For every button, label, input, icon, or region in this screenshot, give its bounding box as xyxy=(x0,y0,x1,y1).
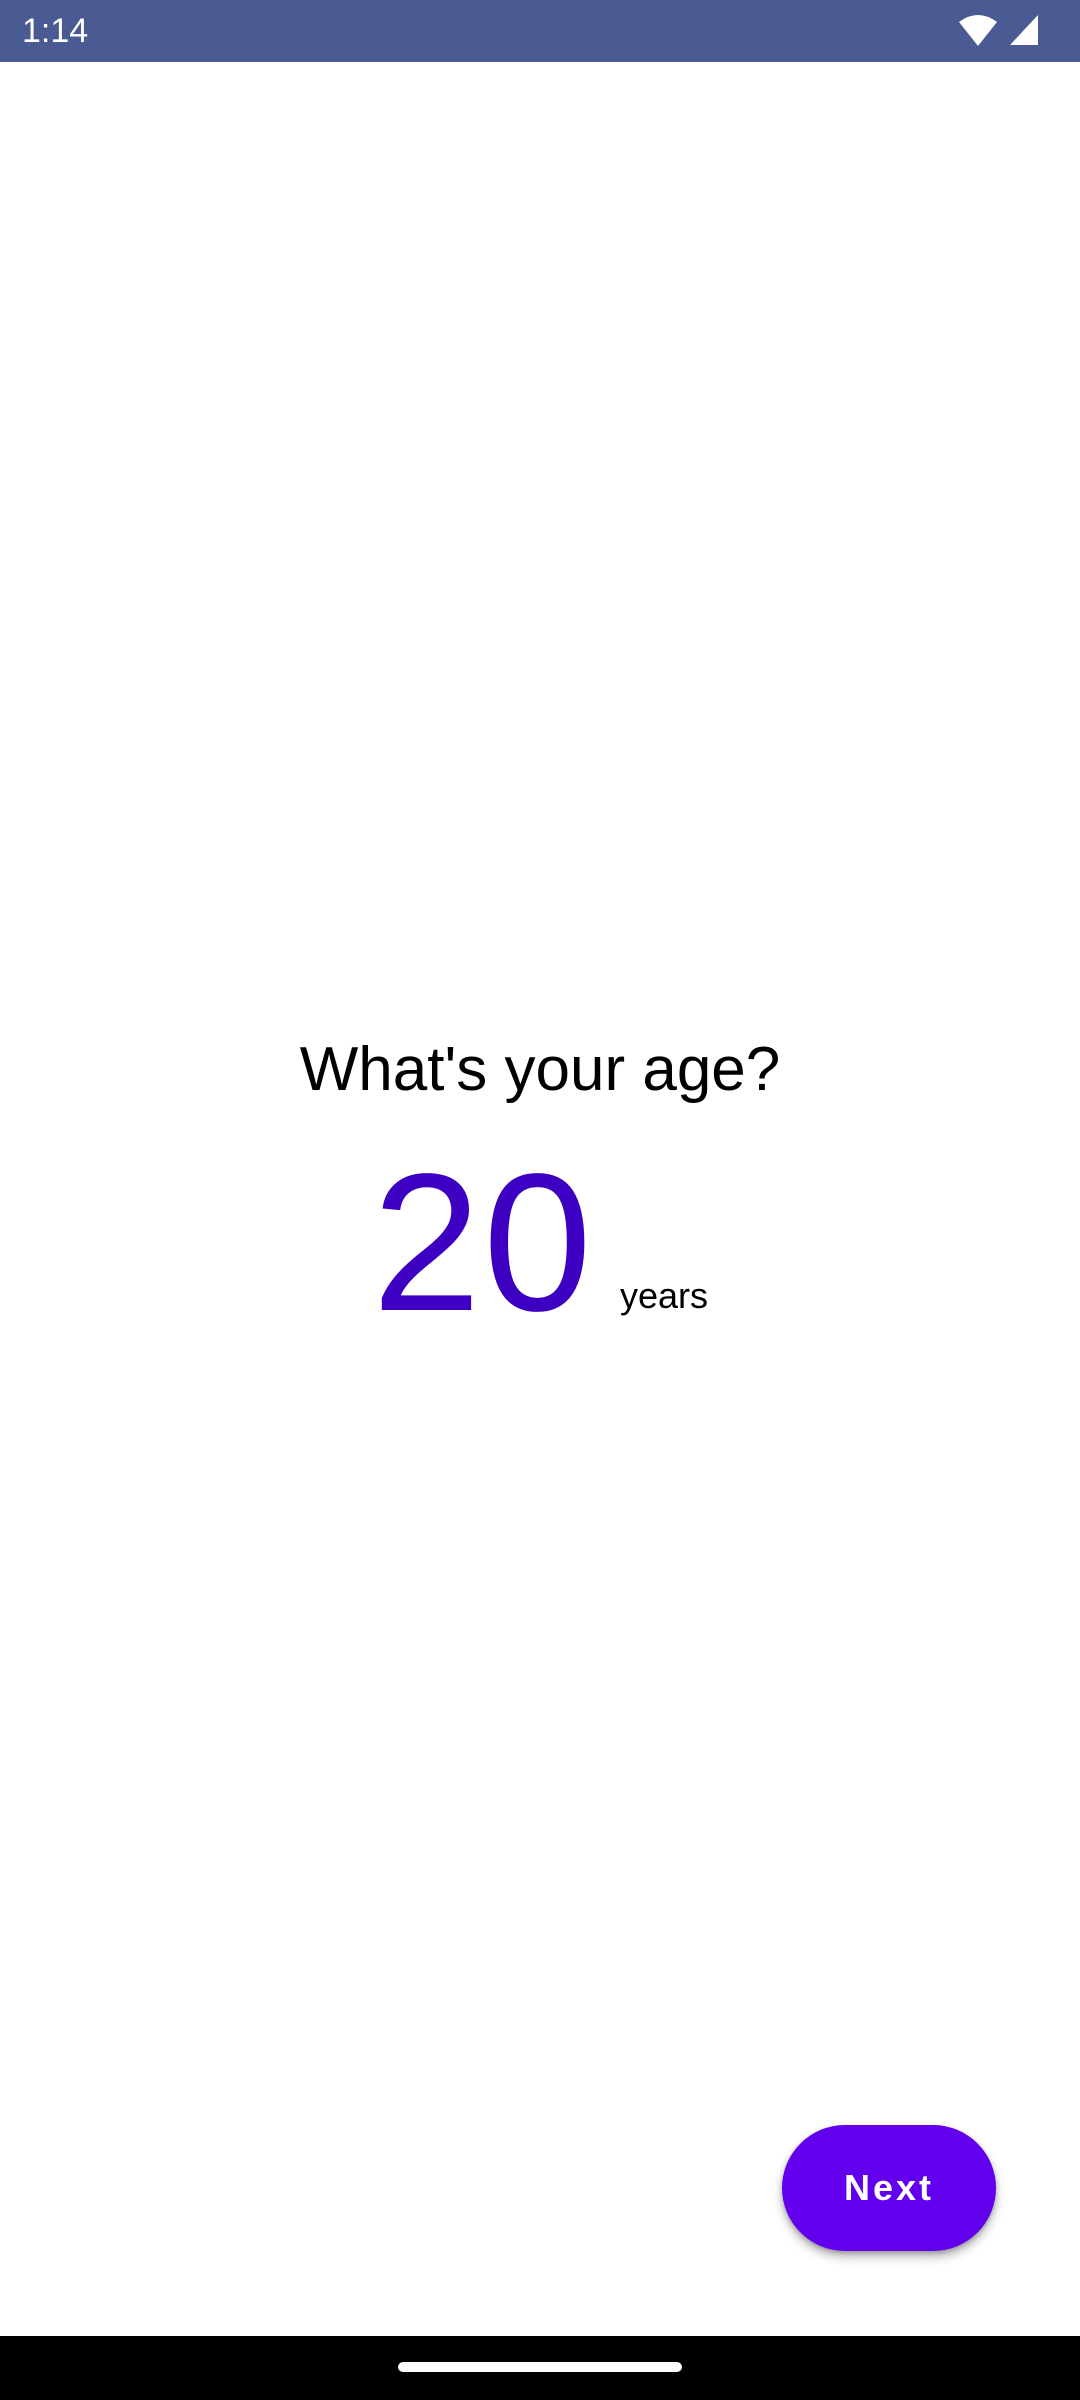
status-bar: 1:14 xyxy=(0,0,1080,62)
wifi-icon xyxy=(959,15,997,46)
cell-signal-icon xyxy=(1010,15,1038,45)
age-value[interactable]: 20 xyxy=(372,1145,594,1341)
age-picker[interactable]: 20 years xyxy=(0,1145,1080,1341)
next-button[interactable]: Next xyxy=(782,2125,996,2251)
home-gesture-handle[interactable] xyxy=(398,2362,682,2372)
status-icons xyxy=(958,12,1040,48)
age-unit-label: years xyxy=(619,1275,709,1316)
status-time: 1:14 xyxy=(22,12,89,50)
age-question: What's your age? xyxy=(299,1035,781,1104)
